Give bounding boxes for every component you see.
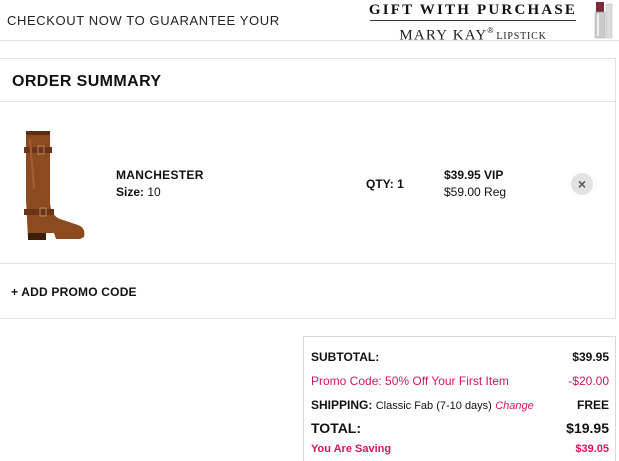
add-promo-code-link[interactable]: + ADD PROMO CODE (11, 285, 137, 299)
shipping-value: FREE (576, 398, 609, 412)
brand-subtitle: LIPSTICK (496, 31, 547, 43)
product-name[interactable]: MANCHESTER (116, 168, 204, 182)
subtotal-value: $39.95 (572, 350, 609, 364)
gift-with-purchase-heading: GIFT WITH PURCHASE (368, 2, 578, 18)
quantity-label: QTY: (366, 177, 394, 191)
quantity: QTY: 1 (366, 177, 404, 191)
product-image[interactable] (16, 129, 88, 241)
change-shipping-link[interactable]: Change (495, 400, 534, 412)
size-label: Size: (116, 185, 145, 199)
brand-name: MARY KAY (399, 27, 488, 44)
promo-label: Promo Code: 50% Off Your First Item (311, 374, 509, 388)
subtotal-label: SUBTOTAL: (311, 350, 380, 364)
brand-mark: ® (487, 26, 494, 35)
banner-text: CHECKOUT NOW TO GUARANTEE YOUR (7, 13, 280, 28)
order-summary-title: ORDER SUMMARY (12, 73, 162, 90)
size-value: 10 (147, 185, 161, 199)
saving-value: $39.05 (575, 443, 609, 455)
divider (0, 101, 615, 102)
total-value: $19.95 (566, 420, 609, 436)
banner-divider (370, 20, 576, 21)
order-summary-panel: ORDER SUMMARY MANCHESTER Size: 10 QTY: 1… (0, 58, 616, 319)
shipping-label: SHIPPING: (311, 398, 373, 412)
lipstick-icon (594, 2, 613, 39)
vip-price: $39.95 VIP (444, 168, 504, 182)
saving-label: You Are Saving (311, 443, 392, 455)
promo-value: -$20.00 (568, 374, 609, 388)
shipping-method: Classic Fab (7-10 days) (375, 400, 492, 412)
remove-item-button[interactable]: × (571, 173, 593, 195)
quantity-value: 1 (397, 177, 404, 191)
divider (0, 263, 615, 264)
total-label: TOTAL: (311, 420, 362, 436)
product-size: Size: 10 (116, 185, 161, 199)
regular-price: $59.00 Reg (444, 185, 507, 199)
gift-with-purchase-logo: GIFT WITH PURCHASE MARY KAY®LIPSTICK (362, 1, 584, 46)
promo-banner[interactable]: CHECKOUT NOW TO GUARANTEE YOUR GIFT WITH… (0, 0, 619, 43)
order-totals-panel: SUBTOTAL: $39.95 Promo Code: 50% Off You… (303, 336, 616, 461)
